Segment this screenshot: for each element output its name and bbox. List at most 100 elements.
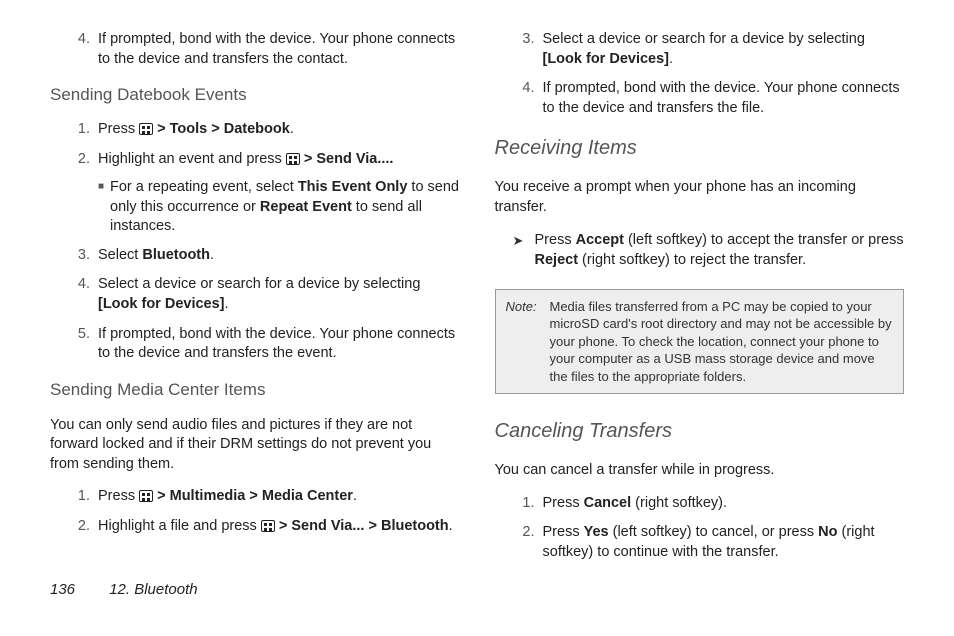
right-column: 3. Select a device or search for a devic… bbox=[495, 25, 905, 570]
text: Highlight a file and press bbox=[98, 518, 261, 534]
text: Press bbox=[98, 488, 139, 504]
arrow-icon: ➤ bbox=[513, 231, 535, 270]
text: . bbox=[353, 488, 357, 504]
menu-icon bbox=[139, 123, 153, 135]
step-item: 2. Highlight an event and press > Send V… bbox=[68, 150, 460, 170]
step-text: Press > Tools > Datebook. bbox=[98, 120, 460, 140]
bold-text: [Look for Devices] bbox=[543, 51, 670, 67]
bold-text: This Event Only bbox=[298, 179, 408, 195]
step-text: Select a device or search for a device b… bbox=[543, 30, 905, 69]
step-number: 4. bbox=[513, 79, 535, 118]
square-bullet-icon: ■ bbox=[98, 178, 110, 237]
menu-icon bbox=[286, 153, 300, 165]
step-number: 1. bbox=[513, 494, 535, 514]
bold-text: Bluetooth bbox=[381, 518, 449, 534]
text: Select a device or search for a device b… bbox=[543, 31, 865, 47]
menu-icon bbox=[261, 520, 275, 532]
sub-item: ■ For a repeating event, select This Eve… bbox=[98, 178, 460, 237]
text: . bbox=[210, 247, 214, 263]
text: . bbox=[225, 296, 229, 312]
gt-icon: > bbox=[275, 518, 292, 534]
bold-text: Yes bbox=[584, 524, 609, 540]
bold-text: Send Via.... bbox=[316, 151, 393, 167]
text: (right softkey). bbox=[631, 495, 727, 511]
gt-icon: > bbox=[300, 151, 317, 167]
bold-text: Bluetooth bbox=[142, 247, 210, 263]
text: Press bbox=[535, 232, 576, 248]
bold-text: Accept bbox=[576, 232, 624, 248]
left-column: 4. If prompted, bond with the device. Yo… bbox=[50, 25, 460, 570]
step-item: 4. If prompted, bond with the device. Yo… bbox=[513, 79, 905, 118]
bold-text: Reject bbox=[535, 252, 579, 268]
text: (right softkey) to reject the transfer. bbox=[578, 252, 806, 268]
heading-canceling-transfers: Canceling Transfers bbox=[495, 418, 905, 445]
text: Press bbox=[543, 495, 584, 511]
paragraph: You can only send audio files and pictur… bbox=[50, 416, 460, 475]
step-item: 4. If prompted, bond with the device. Yo… bbox=[68, 30, 460, 69]
step-text: Highlight a file and press > Send Via...… bbox=[98, 517, 460, 537]
paragraph: You can cancel a transfer while in progr… bbox=[495, 461, 905, 481]
heading-sending-media: Sending Media Center Items bbox=[50, 379, 460, 402]
step-item: 4. Select a device or search for a devic… bbox=[68, 275, 460, 314]
step-number: 3. bbox=[68, 246, 90, 266]
text: . bbox=[669, 51, 673, 67]
gt-icon: > bbox=[207, 121, 224, 137]
heading-sending-datebook: Sending Datebook Events bbox=[50, 84, 460, 107]
text: Select bbox=[98, 247, 142, 263]
text: Press bbox=[98, 121, 139, 137]
step-number: 2. bbox=[68, 150, 90, 170]
menu-icon bbox=[139, 490, 153, 502]
step-number: 2. bbox=[513, 523, 535, 562]
heading-receiving-items: Receiving Items bbox=[495, 135, 905, 162]
step-number: 4. bbox=[68, 275, 90, 314]
step-item: 1. Press > Multimedia > Media Center. bbox=[68, 487, 460, 507]
step-text: If prompted, bond with the device. Your … bbox=[98, 325, 460, 364]
step-number: 1. bbox=[68, 120, 90, 140]
page-footer: 136 12. Bluetooth bbox=[50, 580, 904, 600]
bold-text: Cancel bbox=[584, 495, 632, 511]
bold-text: Repeat Event bbox=[260, 199, 352, 215]
bold-text: Send Via... bbox=[291, 518, 364, 534]
paragraph: You receive a prompt when your phone has… bbox=[495, 178, 905, 217]
text: Select a device or search for a device b… bbox=[98, 276, 420, 292]
text: For a repeating event, select bbox=[110, 179, 298, 195]
page-number: 136 bbox=[50, 581, 75, 598]
note-body: Media files transferred from a PC may be… bbox=[550, 298, 894, 386]
step-number: 4. bbox=[68, 30, 90, 69]
text: Press bbox=[543, 524, 584, 540]
step-item: 1. Press Cancel (right softkey). bbox=[513, 494, 905, 514]
gt-icon: > bbox=[153, 488, 170, 504]
arrow-item: ➤ Press Accept (left softkey) to accept … bbox=[513, 231, 905, 270]
bold-text: No bbox=[818, 524, 837, 540]
step-item: 2. Press Yes (left softkey) to cancel, o… bbox=[513, 523, 905, 562]
step-item: 1. Press > Tools > Datebook. bbox=[68, 120, 460, 140]
bold-text: Multimedia bbox=[170, 488, 246, 504]
step-text: Select a device or search for a device b… bbox=[98, 275, 460, 314]
item-text: Press Accept (left softkey) to accept th… bbox=[535, 231, 905, 270]
text: Highlight an event and press bbox=[98, 151, 286, 167]
sub-text: For a repeating event, select This Event… bbox=[110, 178, 460, 237]
step-item: 3. Select Bluetooth. bbox=[68, 246, 460, 266]
gt-icon: > bbox=[364, 518, 381, 534]
note-box: Note: Media files transferred from a PC … bbox=[495, 289, 905, 395]
bold-text: Tools bbox=[170, 121, 208, 137]
step-number: 2. bbox=[68, 517, 90, 537]
step-item: 2. Highlight a file and press > Send Via… bbox=[68, 517, 460, 537]
step-text: Highlight an event and press > Send Via.… bbox=[98, 150, 460, 170]
step-text: If prompted, bond with the device. Your … bbox=[543, 79, 905, 118]
text: . bbox=[290, 121, 294, 137]
step-text: Press > Multimedia > Media Center. bbox=[98, 487, 460, 507]
chapter-title: 12. Bluetooth bbox=[109, 581, 197, 598]
step-text: Select Bluetooth. bbox=[98, 246, 460, 266]
step-number: 5. bbox=[68, 325, 90, 364]
bold-text: Datebook bbox=[224, 121, 290, 137]
step-item: 3. Select a device or search for a devic… bbox=[513, 30, 905, 69]
bold-text: [Look for Devices] bbox=[98, 296, 225, 312]
content-columns: 4. If prompted, bond with the device. Yo… bbox=[50, 25, 904, 570]
gt-icon: > bbox=[153, 121, 170, 137]
step-item: 5. If prompted, bond with the device. Yo… bbox=[68, 325, 460, 364]
step-text: If prompted, bond with the device. Your … bbox=[98, 30, 460, 69]
step-number: 3. bbox=[513, 30, 535, 69]
gt-icon: > bbox=[245, 488, 262, 504]
step-number: 1. bbox=[68, 487, 90, 507]
